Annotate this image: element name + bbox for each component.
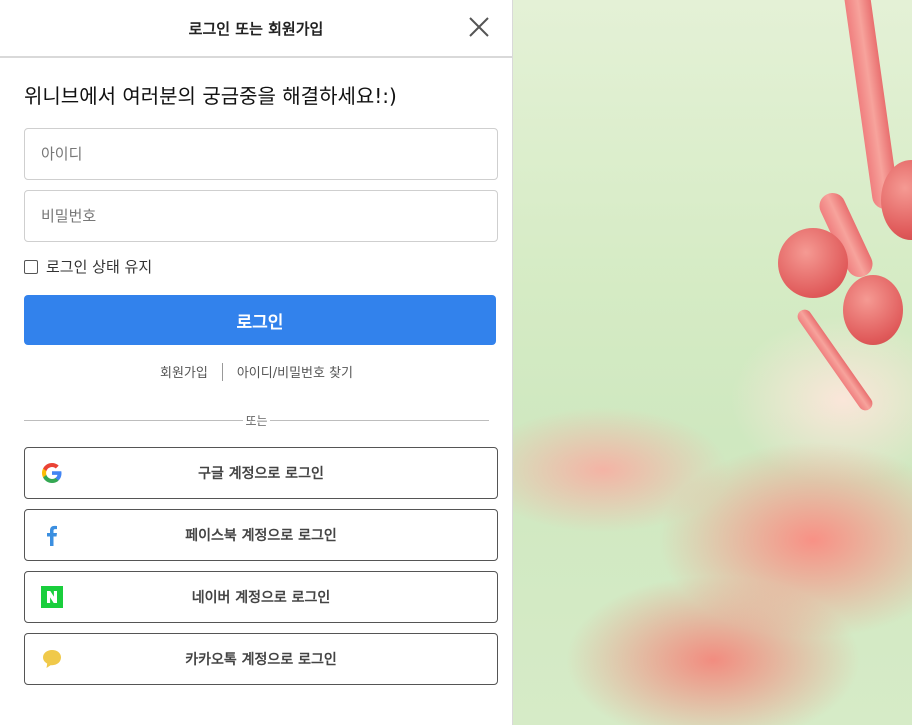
panel-header: 로그인 또는 회원가입 xyxy=(0,0,512,58)
login-button[interactable]: 로그인 xyxy=(24,295,496,345)
google-login-button[interactable]: 구글 계정으로 로그인 xyxy=(24,447,498,499)
link-separator xyxy=(221,362,223,381)
naver-login-label: 네이버 계정으로 로그인 xyxy=(191,590,331,606)
kakao-icon xyxy=(41,648,63,670)
keep-logged-in-checkbox[interactable] xyxy=(24,259,38,274)
facebook-login-label: 페이스북 계정으로 로그인 xyxy=(185,528,337,544)
facebook-login-button[interactable]: 페이스북 계정으로 로그인 xyxy=(24,509,498,561)
account-links: 회원가입 아이디/비밀번호 찾기 xyxy=(0,362,513,381)
google-icon xyxy=(41,462,63,484)
divider-label: 또는 xyxy=(243,414,270,428)
page-title: 로그인 또는 회원가입 xyxy=(188,19,324,38)
id-input[interactable] xyxy=(24,128,498,180)
close-icon[interactable] xyxy=(466,14,492,40)
welcome-message: 위니브에서 여러분의 궁금중을 해결하세요!:) xyxy=(24,84,397,108)
password-input[interactable] xyxy=(24,190,498,242)
google-login-label: 구글 계정으로 로그인 xyxy=(198,466,324,482)
find-account-link[interactable]: 아이디/비밀번호 찾기 xyxy=(237,362,353,381)
naver-icon xyxy=(41,586,63,608)
flower-bud xyxy=(843,275,903,345)
naver-login-button[interactable]: 네이버 계정으로 로그인 xyxy=(24,571,498,623)
facebook-icon xyxy=(41,524,63,546)
background-image xyxy=(513,0,912,725)
keep-logged-in-label: 로그인 상태 유지 xyxy=(46,258,153,276)
kakao-login-button[interactable]: 카카오톡 계정으로 로그인 xyxy=(24,633,498,685)
signup-link[interactable]: 회원가입 xyxy=(160,362,208,381)
keep-logged-in[interactable]: 로그인 상태 유지 xyxy=(24,256,152,277)
login-panel: 로그인 또는 회원가입 위니브에서 여러분의 궁금중을 해결하세요!:) 로그인… xyxy=(0,0,513,725)
kakao-login-label: 카카오톡 계정으로 로그인 xyxy=(185,652,337,668)
flower-bud xyxy=(778,228,848,298)
